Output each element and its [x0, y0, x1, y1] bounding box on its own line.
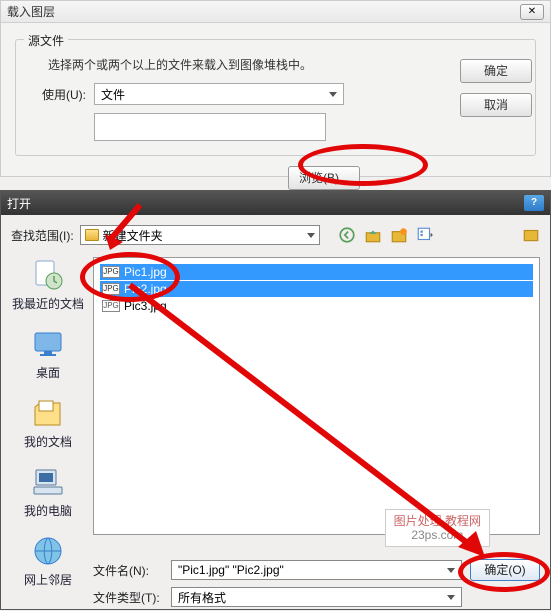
jpg-icon: JPG	[102, 300, 120, 312]
filetype-select[interactable]: 所有格式	[171, 587, 462, 607]
file-list-box[interactable]	[94, 113, 326, 141]
extra-icon[interactable]	[522, 226, 540, 244]
file-item[interactable]: JPG Pic3.jpg	[100, 298, 533, 314]
view-menu-icon[interactable]	[416, 226, 434, 244]
file-name: Pic2.jpg	[124, 282, 167, 296]
open-dialog-body: 查找范围(I): 新建文件夹 我最近的文档	[1, 215, 550, 611]
watermark: 图片处理 教程网 23ps.com	[385, 509, 490, 547]
bottom-rows: 文件名(N): "Pic1.jpg" "Pic2.jpg" 确定(O) 文件类型…	[93, 553, 540, 607]
file-item[interactable]: JPG Pic2.jpg	[100, 281, 533, 297]
watermark-line2: 23ps.com	[394, 528, 481, 542]
source-files-group: 源文件 选择两个或两个以上的文件来载入到图像堆栈中。 使用(U): 文件 浏览(…	[15, 39, 536, 156]
close-button[interactable]: ✕	[520, 4, 544, 20]
place-mydocs-label: 我的文档	[11, 433, 85, 450]
desktop-icon	[30, 326, 66, 362]
source-files-legend: 源文件	[24, 32, 68, 49]
place-mycomputer[interactable]: 我的电脑	[11, 464, 85, 519]
place-mydocs[interactable]: 我的文档	[11, 395, 85, 450]
filetype-value: 所有格式	[178, 589, 226, 606]
filename-value: "Pic1.jpg" "Pic2.jpg"	[178, 563, 284, 577]
place-recent-label: 我最近的文档	[11, 295, 85, 312]
places-bar: 我最近的文档 桌面 我的文档 我的电脑 网上邻居	[11, 257, 85, 602]
place-recent[interactable]: 我最近的文档	[11, 257, 85, 312]
recent-docs-icon	[30, 257, 66, 293]
open-title-bar: 打开 ?	[1, 191, 550, 215]
use-label: 使用(U):	[26, 86, 86, 103]
folder-icon	[85, 229, 99, 241]
place-network-label: 网上邻居	[11, 571, 85, 588]
dialog-body: 确定 取消 源文件 选择两个或两个以上的文件来载入到图像堆栈中。 使用(U): …	[1, 23, 550, 176]
new-folder-icon[interactable]	[390, 226, 408, 244]
back-icon[interactable]	[338, 226, 356, 244]
open-dialog: 打开 ? 查找范围(I): 新建文件夹	[0, 190, 551, 610]
up-folder-icon[interactable]	[364, 226, 382, 244]
place-desktop-label: 桌面	[11, 364, 85, 381]
look-in-select[interactable]: 新建文件夹	[80, 225, 320, 245]
file-name: Pic3.jpg	[124, 299, 167, 313]
open-dialog-title: 打开	[7, 195, 31, 212]
file-name: Pic1.jpg	[124, 265, 167, 279]
look-in-label: 查找范围(I):	[11, 227, 74, 244]
filetype-label: 文件类型(T):	[93, 589, 163, 606]
help-button[interactable]: ?	[524, 195, 544, 211]
jpg-icon: JPG	[102, 266, 120, 278]
load-layers-dialog: 载入图层 ✕ 确定 取消 源文件 选择两个或两个以上的文件来载入到图像堆栈中。 …	[0, 0, 551, 177]
filename-label: 文件名(N):	[93, 562, 163, 579]
place-mycomputer-label: 我的电脑	[11, 502, 85, 519]
filetype-row: 文件类型(T): 所有格式	[93, 587, 540, 607]
look-in-row: 查找范围(I): 新建文件夹	[11, 225, 540, 245]
file-list-panel[interactable]: JPG Pic1.jpg JPG Pic2.jpg JPG Pic3.jpg	[93, 257, 540, 535]
look-in-value: 新建文件夹	[103, 227, 163, 244]
chevron-down-icon	[447, 595, 455, 600]
chevron-down-icon	[329, 92, 337, 97]
use-select[interactable]: 文件	[94, 83, 344, 105]
mycomputer-icon	[30, 464, 66, 500]
filename-row: 文件名(N): "Pic1.jpg" "Pic2.jpg" 确定(O)	[93, 559, 540, 581]
place-desktop[interactable]: 桌面	[11, 326, 85, 381]
use-select-value: 文件	[101, 86, 125, 103]
jpg-icon: JPG	[102, 283, 120, 295]
open-ok-button[interactable]: 确定(O)	[470, 559, 540, 581]
browse-button[interactable]: 浏览(B)...	[288, 166, 360, 190]
place-network[interactable]: 网上邻居	[11, 533, 85, 588]
use-row: 使用(U): 文件	[26, 83, 525, 105]
network-icon	[30, 533, 66, 569]
instruction-text: 选择两个或两个以上的文件来载入到图像堆栈中。	[48, 56, 525, 73]
dialog-title: 载入图层	[7, 3, 55, 20]
toolbar-icons	[338, 226, 434, 244]
file-item[interactable]: JPG Pic1.jpg	[100, 264, 533, 280]
title-bar: 载入图层 ✕	[1, 1, 550, 23]
mydocs-icon	[30, 395, 66, 431]
chevron-down-icon	[447, 568, 455, 573]
watermark-line1: 图片处理 教程网	[394, 514, 481, 528]
filename-field[interactable]: "Pic1.jpg" "Pic2.jpg"	[171, 560, 462, 580]
chevron-down-icon	[307, 233, 315, 238]
